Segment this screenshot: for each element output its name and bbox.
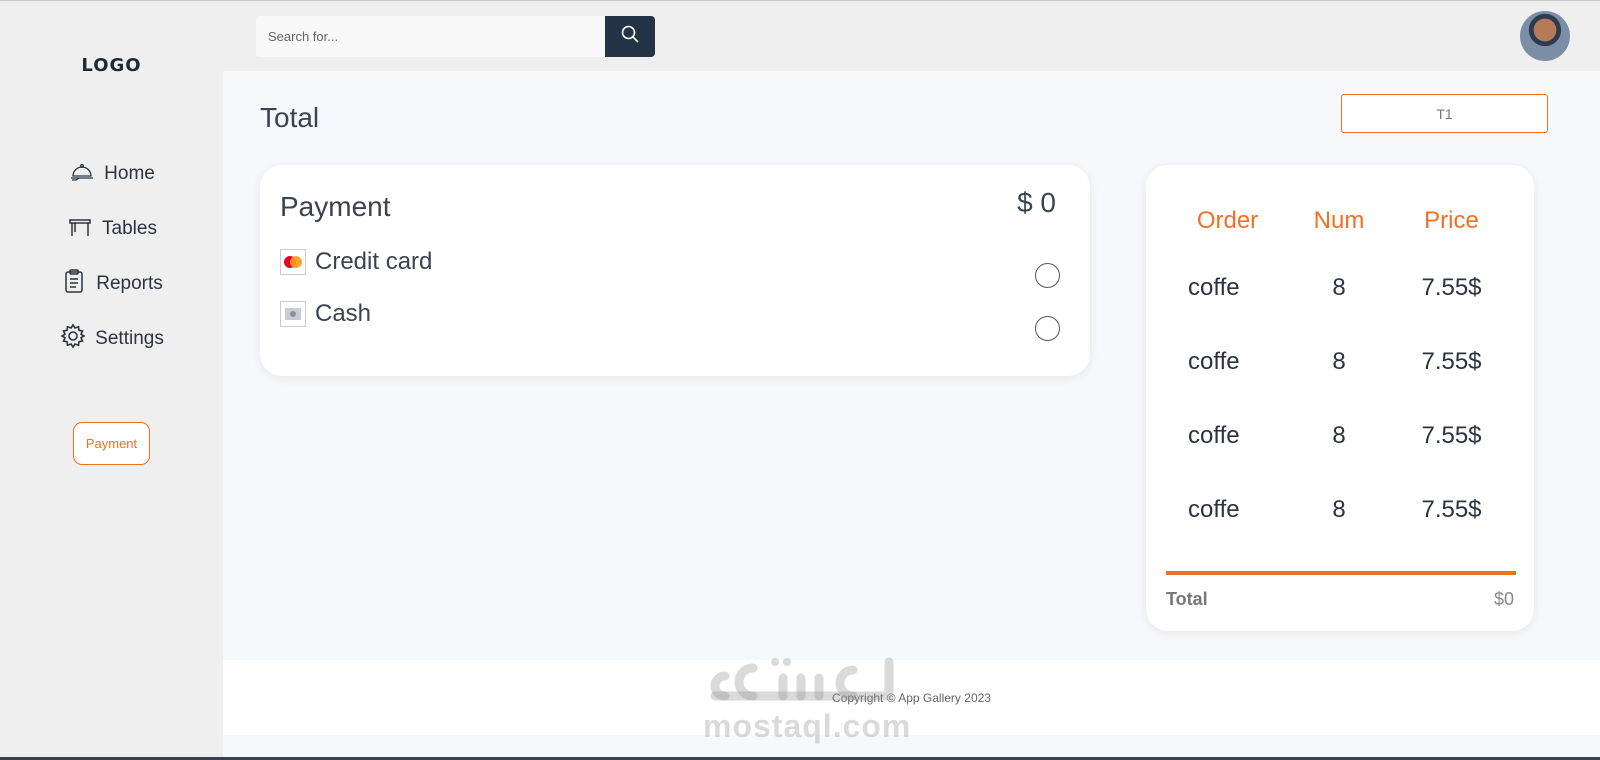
table-icon <box>66 212 94 246</box>
sidebar-item-tables[interactable]: Tables <box>0 209 223 249</box>
payment-method-credit-card[interactable]: Credit card <box>280 248 432 276</box>
sidebar-item-home[interactable]: Home <box>0 154 223 194</box>
order-price: 7.55$ <box>1421 274 1482 301</box>
payment-button[interactable]: Payment <box>73 422 150 465</box>
order-item: coffe <box>1188 348 1240 375</box>
avatar[interactable] <box>1520 11 1570 61</box>
order-num: 8 <box>1332 348 1346 375</box>
sidebar-item-settings[interactable]: Settings <box>0 319 223 359</box>
sidebar-item-reports[interactable]: Reports <box>0 264 223 304</box>
table-row: coffe 8 7.55$ <box>1166 422 1514 450</box>
payment-title: Payment <box>280 191 391 222</box>
table-row: coffe 8 7.55$ <box>1166 348 1514 376</box>
cloche-icon <box>68 157 96 191</box>
header <box>223 1 1600 71</box>
search-input[interactable] <box>256 16 606 57</box>
table-select[interactable]: T1 <box>1341 94 1548 133</box>
order-item: coffe <box>1188 422 1240 449</box>
order-price: 7.55$ <box>1421 348 1482 375</box>
order-card: Order Num Price coffe 8 7.55$ coffe 8 7.… <box>1146 165 1534 631</box>
cash-radio[interactable] <box>1035 316 1060 341</box>
copyright-text: Copyright © App Gallery 2023 <box>832 691 991 705</box>
payment-method-label: Credit card <box>315 248 433 275</box>
logo: LOGO <box>81 55 142 76</box>
sidebar: LOGO Home Tables Reports Settings Paymen… <box>0 1 223 760</box>
order-price: 7.55$ <box>1421 422 1482 449</box>
watermark-arabic-glyphs <box>710 657 894 701</box>
order-price: 7.55$ <box>1421 496 1482 523</box>
order-num: 8 <box>1332 274 1346 301</box>
cash-icon <box>280 301 306 327</box>
footer: Copyright © App Gallery 2023 <box>223 660 1600 735</box>
order-num: 8 <box>1332 422 1346 449</box>
payment-method-label: Cash <box>315 300 372 327</box>
watermark-logo: mostaql.com <box>703 652 912 744</box>
payment-method-cash[interactable]: Cash <box>280 300 371 328</box>
price-column-header: Price <box>1424 207 1479 234</box>
table-row: coffe 8 7.55$ <box>1166 274 1514 302</box>
order-total-label: Total <box>1166 589 1208 609</box>
sidebar-item-label: Tables <box>102 218 157 239</box>
mastercard-icon <box>280 249 306 275</box>
payment-amount: $ 0 <box>1017 187 1056 218</box>
order-column-header: Order <box>1196 207 1259 234</box>
order-total-divider <box>1166 571 1516 575</box>
search-icon <box>620 24 640 49</box>
credit-card-radio[interactable] <box>1035 263 1060 288</box>
clipboard-icon <box>60 267 88 301</box>
search-bar <box>256 16 655 57</box>
order-item: coffe <box>1188 496 1240 523</box>
table-row: coffe 8 7.55$ <box>1166 496 1514 524</box>
order-table-header: Order Num Price <box>1166 207 1514 235</box>
sidebar-item-label: Settings <box>95 328 164 349</box>
sidebar-item-label: Reports <box>96 273 163 294</box>
order-item: coffe <box>1188 274 1240 301</box>
gear-icon <box>59 322 87 356</box>
watermark-latin: mostaql.com <box>703 708 912 744</box>
sidebar-item-label: Home <box>104 163 155 184</box>
payment-card: Payment $ 0 Credit card Cash <box>260 165 1090 376</box>
order-total-value: $0 <box>1493 589 1514 609</box>
order-num: 8 <box>1332 496 1346 523</box>
num-column-header: Num <box>1313 207 1365 234</box>
search-button[interactable] <box>605 16 655 57</box>
page-title: Total <box>260 102 320 133</box>
